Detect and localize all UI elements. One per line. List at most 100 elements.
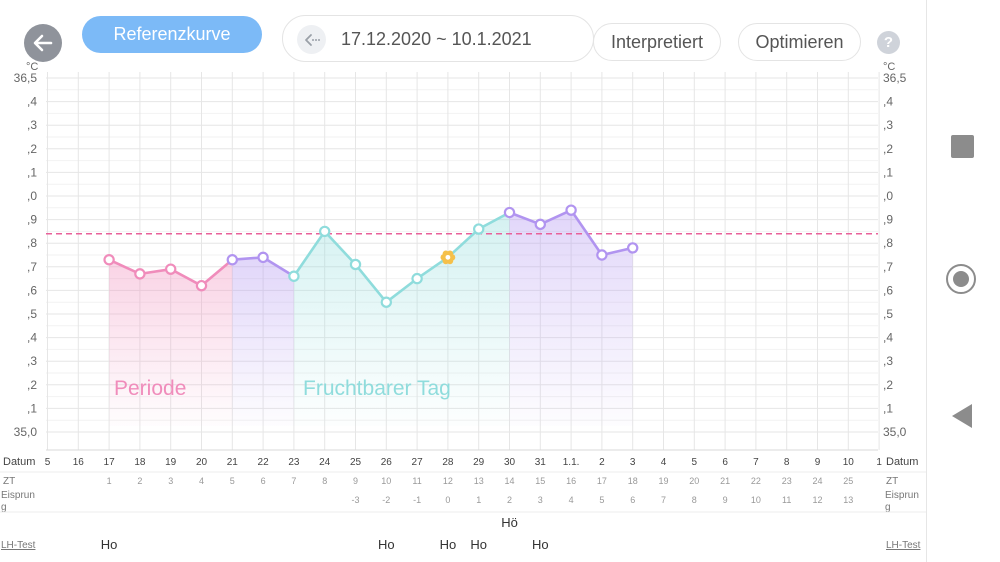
x-tick-label: 18 xyxy=(134,457,146,468)
lh-test-value[interactable]: Ho xyxy=(440,537,457,552)
y-tick-label-right: ,4 xyxy=(883,95,893,109)
ovulation-day-value: 11 xyxy=(782,495,791,505)
y-tick-label: ,9 xyxy=(27,213,37,227)
data-point xyxy=(380,296,392,308)
data-point xyxy=(565,204,577,216)
x-tick-label: 24 xyxy=(319,457,331,468)
y-tick-label-right: ,2 xyxy=(883,378,893,392)
y-tick-label: ,2 xyxy=(27,142,37,156)
phase-label-period: Periode xyxy=(114,377,186,400)
cycle-day-value: 1 xyxy=(107,476,112,486)
y-tick-label-right: ,7 xyxy=(883,260,893,274)
cycle-day-value: 11 xyxy=(412,476,421,486)
y-tick-label-right: ,4 xyxy=(883,331,893,345)
ovulation-day-value: 2 xyxy=(507,495,512,505)
y-tick-label-right: ,3 xyxy=(883,118,893,132)
cycle-day-value: 25 xyxy=(843,476,853,486)
ovulation-day-value: 12 xyxy=(812,495,822,505)
data-point xyxy=(103,254,115,266)
cycle-day-value: 12 xyxy=(443,476,453,486)
lh-test-link[interactable]: LH-Test xyxy=(1,540,36,551)
ovulation-day-value: 5 xyxy=(599,495,604,505)
data-point xyxy=(195,279,208,292)
ovulation-day-value: 9 xyxy=(723,495,728,505)
lh-test-value[interactable]: Hö xyxy=(501,515,518,530)
cycle-day-value: 14 xyxy=(504,476,514,486)
row-label-ovulation-right-2: g xyxy=(885,502,891,513)
lh-test-value[interactable]: Ho xyxy=(532,537,549,552)
y-tick-label: ,4 xyxy=(27,331,37,345)
home-circle-icon[interactable] xyxy=(946,264,976,294)
triangle-back-icon[interactable] xyxy=(951,403,973,429)
cycle-day-value: 22 xyxy=(751,476,761,486)
row-label-cycle-day-right: ZT xyxy=(886,476,898,487)
data-point xyxy=(288,270,300,282)
data-point xyxy=(257,251,269,264)
lh-test-value[interactable]: Ho xyxy=(101,537,118,552)
row-label-ovulation: Eisprun xyxy=(1,490,35,501)
lh-test-value[interactable]: Ho xyxy=(378,537,395,552)
x-tick-label: 25 xyxy=(350,457,362,468)
cycle-day-value: 3 xyxy=(168,476,173,486)
data-point xyxy=(503,206,516,219)
ovulation-day-value: -3 xyxy=(351,495,359,505)
x-tick-label: 1 xyxy=(876,457,882,468)
x-tick-label: 16 xyxy=(73,457,85,468)
cycle-day-value: 13 xyxy=(474,476,484,486)
phase-label-fertile: Fruchtbarer Tag xyxy=(303,377,451,400)
y-tick-label-right: 36,5 xyxy=(883,71,907,85)
y-tick-label-right: ,8 xyxy=(883,236,893,250)
x-tick-label: 21 xyxy=(227,457,239,468)
y-tick-label-right: ,9 xyxy=(883,213,893,227)
y-tick-label-right: ,1 xyxy=(883,165,893,179)
data-point xyxy=(226,254,238,266)
x-tick-label: 26 xyxy=(381,457,393,468)
cycle-day-value: 18 xyxy=(628,476,638,486)
x-tick-label: 20 xyxy=(196,457,208,468)
row-label-date-right: Datum xyxy=(886,456,918,468)
x-tick-label: 27 xyxy=(412,457,424,468)
ovulation-day-value: 1 xyxy=(476,495,481,505)
row-label-cycle-day: ZT xyxy=(3,476,15,487)
x-tick-label: 22 xyxy=(258,457,270,468)
y-tick-label: ,8 xyxy=(27,236,37,250)
x-tick-label: 5 xyxy=(45,457,51,468)
ovulation-day-value: 3 xyxy=(538,495,543,505)
y-tick-label: ,7 xyxy=(27,260,37,274)
lh-test-value[interactable]: Ho xyxy=(470,537,487,552)
cycle-day-value: 8 xyxy=(322,476,327,486)
y-tick-label-right: ,0 xyxy=(883,189,893,203)
square-icon[interactable] xyxy=(951,135,974,158)
data-point xyxy=(627,242,639,254)
cycle-day-value: 15 xyxy=(535,476,545,486)
cycle-day-value: 2 xyxy=(137,476,142,486)
row-label-ovulation-2: g xyxy=(1,502,7,513)
data-point xyxy=(411,272,423,285)
x-tick-label: 7 xyxy=(753,457,759,468)
ovulation-day-value: -2 xyxy=(382,495,390,505)
x-tick-label: 31 xyxy=(535,457,547,468)
x-tick-label: 19 xyxy=(165,457,177,468)
y-tick-label: 35,0 xyxy=(14,425,38,439)
x-tick-label: 23 xyxy=(288,457,300,468)
y-tick-label: ,0 xyxy=(27,189,37,203)
y-tick-label-right: ,2 xyxy=(883,142,893,156)
y-tick-label-right: ,6 xyxy=(883,283,893,297)
x-tick-label: 10 xyxy=(843,457,855,468)
x-tick-label: 1.1. xyxy=(563,457,580,468)
cycle-day-value: 6 xyxy=(261,476,266,486)
cycle-day-value: 20 xyxy=(689,476,699,486)
cycle-day-value: 23 xyxy=(782,476,792,486)
ovulation-day-value: 6 xyxy=(630,495,635,505)
ovulation-day-value: 4 xyxy=(569,495,574,505)
phase-area-period xyxy=(109,259,233,426)
cycle-day-value: 16 xyxy=(566,476,576,486)
x-tick-label: 9 xyxy=(815,457,821,468)
x-tick-label: 3 xyxy=(630,457,636,468)
lh-test-link-right[interactable]: LH-Test xyxy=(886,540,921,551)
y-tick-label-right: ,5 xyxy=(883,307,893,321)
cycle-day-value: 9 xyxy=(353,476,358,486)
phase-area-luteal xyxy=(232,257,294,426)
y-tick-label: ,2 xyxy=(27,378,37,392)
x-tick-label: 8 xyxy=(784,457,790,468)
